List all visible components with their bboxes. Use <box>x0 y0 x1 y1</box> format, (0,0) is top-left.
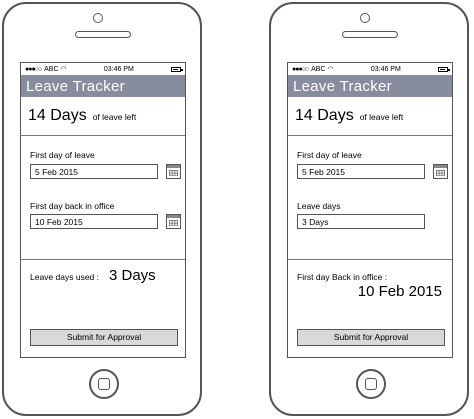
phone-frame-right: ●●●○○ ABC ◠ 03:46 PM Leave Tracker 14 Da… <box>269 2 469 416</box>
phone-frame-left: ●●●○○ ABC ◠ 03:46 PM Leave Tracker 14 Da… <box>2 2 202 416</box>
submit-button[interactable]: Submit for Approval <box>297 329 445 346</box>
screen-left: ●●●○○ ABC ◠ 03:46 PM Leave Tracker 14 Da… <box>20 62 186 358</box>
calendar-icon[interactable] <box>433 164 448 179</box>
days-left-suffix: of leave left <box>92 112 137 122</box>
first-day-input[interactable]: 5 Feb 2015 <box>297 164 425 179</box>
first-day-label: First day of leave <box>30 150 95 160</box>
leave-used-row: Leave days used : 3 Days <box>30 267 156 284</box>
submit-button[interactable]: Submit for Approval <box>30 329 178 346</box>
carrier-label: ABC <box>44 65 59 73</box>
screen-right: ●●●○○ ABC ◠ 03:46 PM Leave Tracker 14 Da… <box>287 62 453 358</box>
home-button-icon[interactable] <box>356 369 386 399</box>
leave-days-input[interactable]: 3 Days <box>297 214 425 229</box>
status-bar: ●●●○○ ABC ◠ 03:46 PM <box>288 63 452 75</box>
back-day-label: First day back in office <box>30 201 115 211</box>
app-title: Leave Tracker <box>21 75 185 97</box>
divider <box>21 135 185 136</box>
signal-icon: ●●●○○ <box>25 65 42 73</box>
days-left-value: 14 Days <box>28 107 87 124</box>
camera-icon <box>360 13 370 23</box>
divider <box>288 259 452 260</box>
speaker-icon <box>342 31 398 38</box>
speaker-icon <box>75 31 131 38</box>
back-in-office-value: 10 Feb 2015 <box>357 283 442 300</box>
leave-used-label: Leave days used : <box>30 272 99 282</box>
battery-icon <box>171 66 183 72</box>
leave-summary: 14 Days of leave left <box>288 97 452 124</box>
days-left-suffix: of leave left <box>359 112 404 122</box>
home-button-icon[interactable] <box>89 369 119 399</box>
calendar-icon[interactable] <box>166 214 181 229</box>
first-day-label: First day of leave <box>297 150 362 160</box>
leave-used-value: 3 Days <box>109 267 156 284</box>
camera-icon <box>93 13 103 23</box>
signal-icon: ●●●○○ <box>292 65 309 73</box>
days-left-value: 14 Days <box>295 107 354 124</box>
carrier-label: ABC <box>311 65 326 73</box>
divider <box>288 135 452 136</box>
divider <box>21 259 185 260</box>
calendar-icon[interactable] <box>166 164 181 179</box>
app-title: Leave Tracker <box>288 75 452 97</box>
leave-summary: 14 Days of leave left <box>21 97 185 124</box>
status-time: 03:46 PM <box>370 65 401 73</box>
back-in-office-label: First day Back in office : <box>297 272 388 282</box>
first-day-input[interactable]: 5 Feb 2015 <box>30 164 158 179</box>
battery-icon <box>438 66 450 72</box>
leave-days-label: Leave days <box>297 201 341 211</box>
back-day-input[interactable]: 10 Feb 2015 <box>30 214 158 229</box>
status-time: 03:46 PM <box>103 65 134 73</box>
status-bar: ●●●○○ ABC ◠ 03:46 PM <box>21 63 185 75</box>
